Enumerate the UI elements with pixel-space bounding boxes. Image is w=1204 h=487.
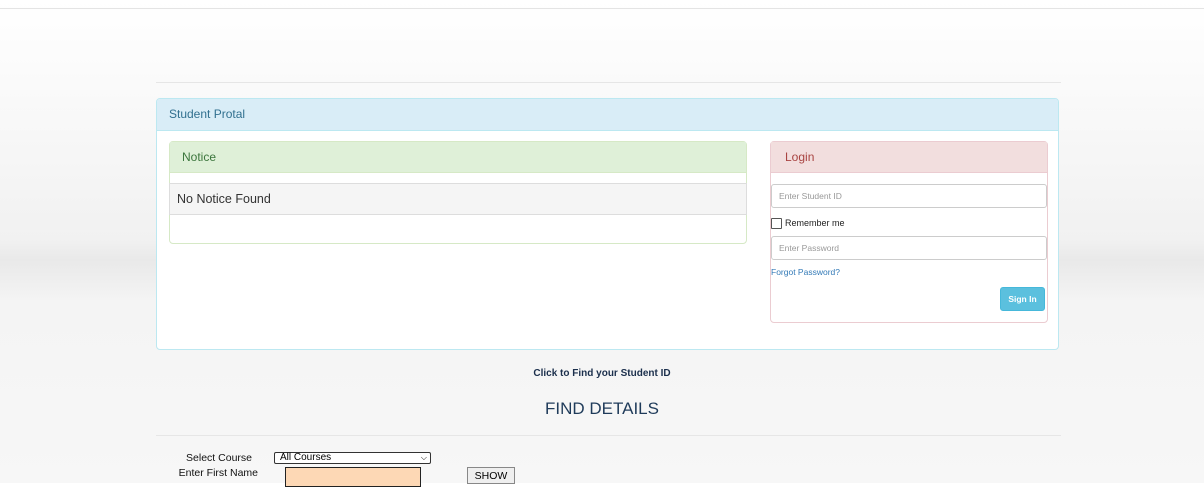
sign-in-button[interactable]: Sign In xyxy=(1000,287,1045,311)
first-name-label: Enter First Name xyxy=(178,467,258,479)
select-course-label: Select Course xyxy=(186,452,252,464)
top-divider xyxy=(0,8,1204,9)
notice-title: Notice xyxy=(170,142,746,173)
find-details-heading: FIND DETAILS xyxy=(545,399,659,418)
password-input[interactable] xyxy=(771,236,1047,260)
show-button[interactable]: SHOW xyxy=(467,467,515,484)
student-portal-panel: Student Protal Notice No Notice Found Lo… xyxy=(156,98,1059,350)
course-select[interactable]: All Courses ⌵ xyxy=(274,452,431,464)
find-student-id-link[interactable]: Click to Find your Student ID xyxy=(0,368,1204,379)
notice-list-item: No Notice Found xyxy=(169,183,747,215)
notice-panel: Notice No Notice Found xyxy=(169,141,747,244)
remember-me-checkbox[interactable]: Remember me xyxy=(771,216,845,230)
course-select-value: All Courses xyxy=(280,452,332,463)
first-name-input[interactable] xyxy=(285,467,421,487)
checkbox-icon[interactable] xyxy=(771,217,782,229)
login-title: Login xyxy=(771,142,1047,173)
login-panel: Login Remember me Forgot Password? Sign … xyxy=(770,141,1048,323)
chevron-down-icon: ⌵ xyxy=(420,453,427,462)
student-id-input[interactable] xyxy=(771,184,1047,208)
container-divider-bottom xyxy=(156,435,1061,436)
portal-title: Student Protal xyxy=(157,99,1058,131)
forgot-password-link[interactable]: Forgot Password? xyxy=(771,267,840,277)
remember-me-label: Remember me xyxy=(785,218,845,228)
container-divider-top xyxy=(156,82,1061,83)
